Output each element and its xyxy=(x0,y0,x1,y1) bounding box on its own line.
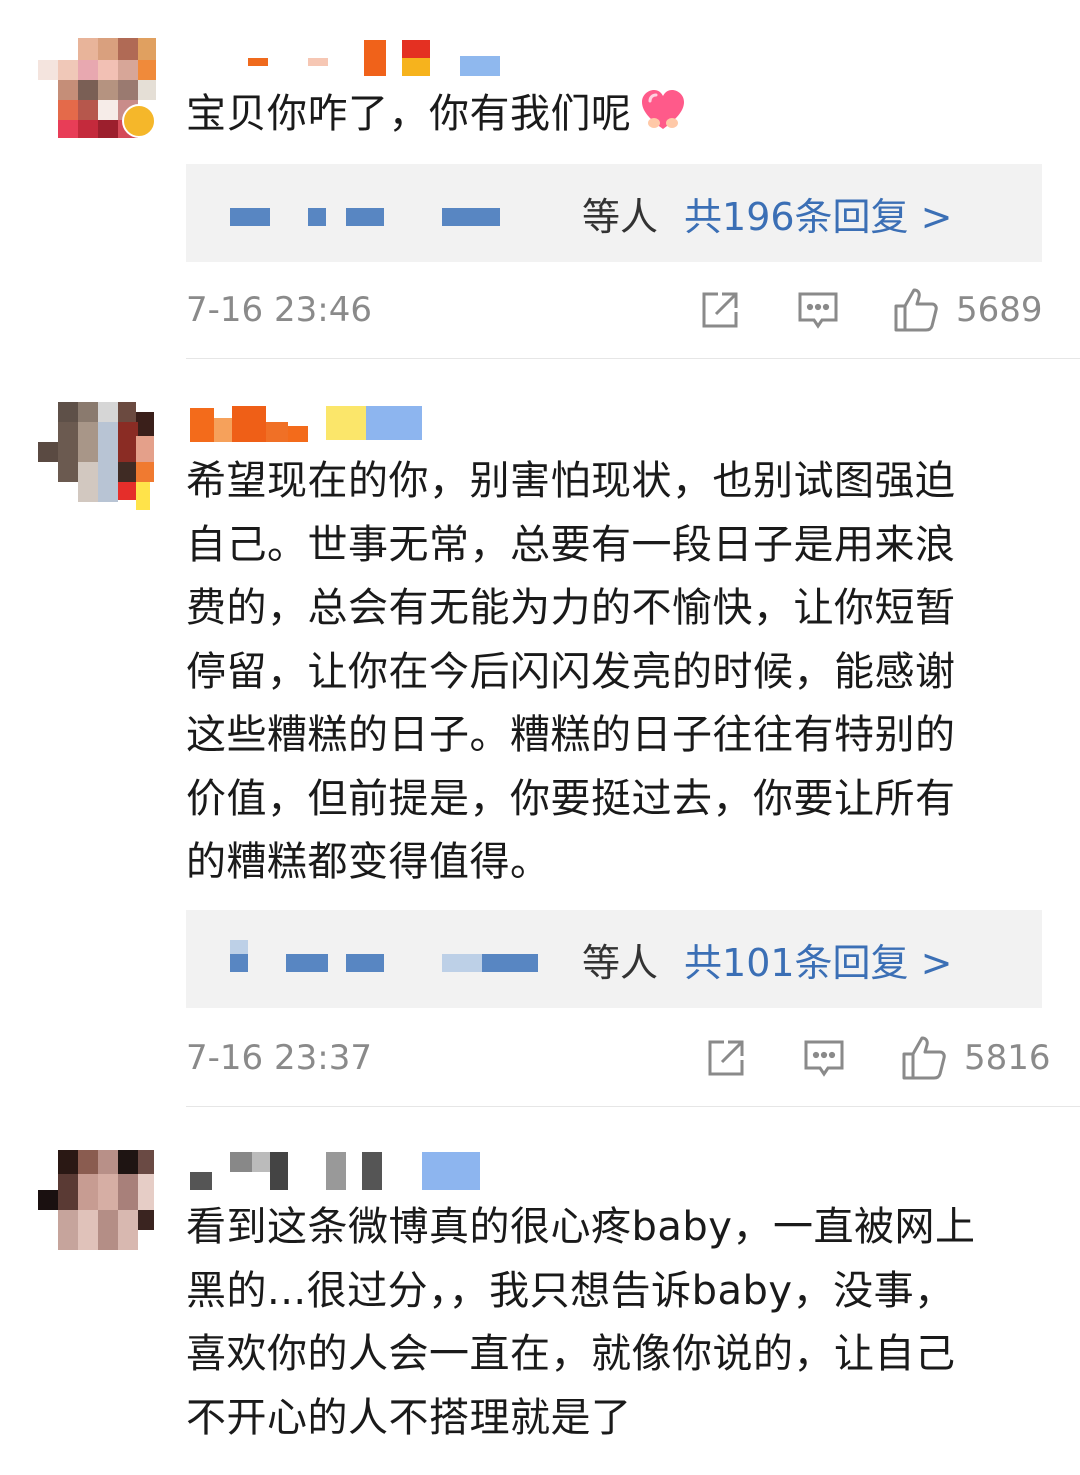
divider xyxy=(186,1106,1080,1107)
like-count: 5689 xyxy=(956,290,1043,330)
share-icon xyxy=(708,1040,744,1076)
divider xyxy=(186,358,1080,359)
share-button[interactable] xyxy=(704,1034,748,1082)
like-button[interactable]: 5689 xyxy=(892,286,1043,334)
avatar[interactable] xyxy=(38,38,156,138)
reply-preview[interactable]: 等人 共196条回复 > xyxy=(186,164,1042,262)
comment-meta: 7-16 23:37 5816 xyxy=(186,1034,1051,1084)
heart-emoji-icon xyxy=(640,87,686,133)
share-icon xyxy=(702,292,738,328)
reply-preview[interactable]: 等人 共101条回复 > xyxy=(186,910,1042,1008)
thumbs-up-icon xyxy=(894,288,938,332)
comment-text: 希望现在的你，别害怕现状，也别试图强迫 自己。世事无常，总要有一段日子是用来浪 … xyxy=(186,458,956,885)
like-button[interactable]: 5816 xyxy=(900,1034,1051,1082)
comment-icon xyxy=(804,1040,844,1077)
comment-text: 宝贝你咋了，你有我们呢 xyxy=(186,86,1026,142)
comment-button[interactable] xyxy=(802,1034,846,1082)
avatar[interactable] xyxy=(38,1150,156,1250)
reply-summary[interactable]: 等人 共196条回复 > xyxy=(582,186,952,241)
comment-meta: 7-16 23:46 5689 xyxy=(186,286,1043,336)
avatar[interactable] xyxy=(38,402,156,510)
timestamp: 7-16 23:46 xyxy=(186,290,372,330)
reply-count-link[interactable]: 共196条回复 > xyxy=(684,195,952,239)
comment-text: 看到这条微博真的很心疼baby，一直被网上 黑的...很过分，，我只想告诉bab… xyxy=(186,1204,976,1441)
share-button[interactable] xyxy=(698,286,742,334)
comment-icon xyxy=(798,292,838,329)
reply-count-link[interactable]: 共101条回复 > xyxy=(684,941,952,985)
reply-summary[interactable]: 等人 共101条回复 > xyxy=(582,932,952,987)
reply-suffix: 等人 xyxy=(582,941,659,985)
reply-suffix: 等人 xyxy=(582,195,659,239)
like-count: 5816 xyxy=(964,1038,1051,1078)
timestamp: 7-16 23:37 xyxy=(186,1038,372,1078)
verified-badge-icon xyxy=(122,104,156,138)
comment-button[interactable] xyxy=(796,286,840,334)
thumbs-up-icon xyxy=(902,1036,946,1080)
